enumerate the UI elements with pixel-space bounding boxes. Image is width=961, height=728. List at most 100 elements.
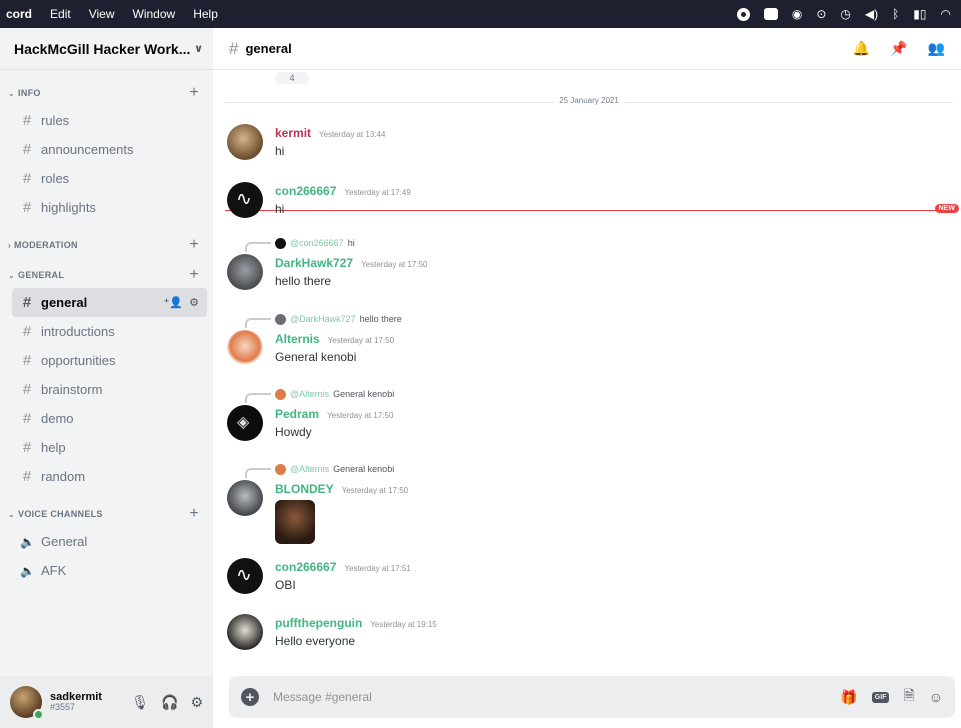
reply-text: hi [347,238,355,248]
text-channel-icon: # [22,410,32,427]
add-channel-icon[interactable]: + [189,505,199,523]
menu-view[interactable]: View [89,7,115,21]
add-channel-icon[interactable]: + [189,266,199,284]
message-author[interactable]: con266667 [275,184,336,198]
reply-avatar [275,388,286,400]
message-author[interactable]: Pedram [275,407,319,421]
avatar[interactable] [227,182,263,218]
category-label: GENERAL [18,270,65,280]
speaker-icon: 🔈 [20,534,35,549]
message-author[interactable]: Alternis [275,332,320,346]
message-author[interactable]: puffthepenguin [275,616,362,630]
message-author[interactable]: kermit [275,126,311,140]
menu-app[interactable]: cord [6,7,32,21]
reaction-count: 4 [289,73,295,83]
avatar[interactable] [227,480,263,516]
channel-brainstorm[interactable]: # brainstorm [12,375,207,404]
text-channel-icon: # [229,38,239,58]
bell-icon[interactable]: 🔔 [853,40,870,57]
avatar[interactable] [227,330,263,366]
reply-preview[interactable]: @DarkHawk727 hello there [245,310,402,328]
sticker-icon[interactable]: 🗎 [903,685,914,709]
channel-introductions[interactable]: # introductions [12,317,207,346]
add-channel-icon[interactable]: + [189,236,199,254]
emoji-icon[interactable]: ☺ [929,689,943,705]
invite-icon[interactable]: ⁺👤 [164,296,184,309]
channel-demo[interactable]: # demo [12,404,207,433]
window-icon[interactable] [763,8,778,20]
category-moderation[interactable]: › MODERATION + [0,232,213,258]
message-author[interactable]: DarkHawk727 [275,256,353,270]
add-attachment-icon[interactable]: + [241,688,259,706]
gif-icon[interactable]: GIF [871,691,890,703]
clock-icon[interactable]: ◷ [840,7,850,21]
reply-preview[interactable]: @Alternis General kenobi [245,385,394,403]
target-icon[interactable]: ⊙ [816,7,826,21]
message-list[interactable]: 4 25 January 2021 kermit Yesterday at 13… [213,70,961,670]
channel-label: General [41,534,88,549]
channel-random[interactable]: # random [12,462,207,491]
record-icon[interactable] [736,7,750,21]
bluetooth-icon[interactable]: ᛒ [892,7,899,21]
gift-icon[interactable]: 🎁 [840,689,857,706]
voice-channel-afk[interactable]: 🔈 AFK [12,556,207,585]
channel-general[interactable]: # general ⁺👤 ⚙ [12,288,207,317]
menu-edit[interactable]: Edit [50,7,71,21]
avatar[interactable] [227,558,263,594]
message-input[interactable] [273,690,773,704]
channel-roles[interactable]: # roles [12,164,207,193]
category-general[interactable]: ⌄ GENERAL + [0,262,213,288]
category-label: VOICE CHANNELS [18,509,103,519]
avatar[interactable] [227,124,263,160]
message-timestamp: Yesterday at 17:49 [344,188,411,197]
image-attachment[interactable] [275,500,315,544]
message-timestamp: Yesterday at 17:50 [341,486,409,495]
channel-opportunities[interactable]: # opportunities [12,346,207,375]
server-header[interactable]: HackMcGill Hacker Work... ∨ [0,28,213,70]
reply-preview[interactable]: @Alternis General kenobi [245,460,394,478]
text-channel-icon: # [22,381,32,398]
avatar[interactable] [227,614,263,650]
pin-icon[interactable]: 📌 [890,40,907,57]
category-info[interactable]: ⌄ INFO + [0,80,213,106]
menu-window[interactable]: Window [133,7,176,21]
headphones-icon[interactable]: 🎧 [161,694,178,711]
server-name: HackMcGill Hacker Work... [14,40,191,57]
channel-label: AFK [41,563,67,578]
channel-highlights[interactable]: # highlights [12,193,207,222]
members-icon[interactable]: 👥 [928,40,945,57]
wifi-icon[interactable]: ◠ [941,7,951,21]
category-voice[interactable]: ⌄ VOICE CHANNELS + [0,501,213,527]
voice-channel-general[interactable]: 🔈 General [12,527,207,556]
battery-icon[interactable]: ▮▯ [913,7,926,21]
avatar[interactable] [227,254,263,290]
new-messages-divider: NEW [225,204,959,213]
channel-header: # general 🔔 📌 👥 [213,28,961,70]
reply-author: @con266667 [290,238,344,248]
add-channel-icon[interactable]: + [189,84,199,102]
message-author[interactable]: con266667 [275,560,336,574]
message-timestamp: Yesterday at 13:44 [319,130,386,139]
microphone-icon[interactable]: 🎙 [131,694,149,711]
app-icon[interactable]: ◉ [792,7,802,21]
text-channel-icon: # [22,294,32,311]
text-channel-icon: # [22,468,32,485]
channel-help[interactable]: # help [12,433,207,462]
channel-announcements[interactable]: # announcements [12,135,207,164]
gear-icon[interactable]: ⚙ [190,694,203,711]
date-label: 25 January 2021 [553,96,625,105]
volume-icon[interactable]: ◀) [865,7,878,21]
message-text: Howdy [275,425,312,439]
menu-help[interactable]: Help [193,7,218,21]
message-author[interactable]: BLONDEY [275,482,334,496]
avatar[interactable] [10,686,44,720]
reply-preview[interactable]: @con266667 hi [245,234,355,252]
text-channel-icon: # [22,170,32,187]
message-timestamp: Yesterday at 17:50 [361,260,428,269]
channel-label: opportunities [41,353,116,368]
reaction-badge[interactable]: 4 [275,72,309,84]
channel-rules[interactable]: # rules [12,106,207,135]
reply-spine [245,468,271,478]
gear-icon[interactable]: ⚙ [189,296,199,309]
avatar[interactable] [227,405,263,441]
